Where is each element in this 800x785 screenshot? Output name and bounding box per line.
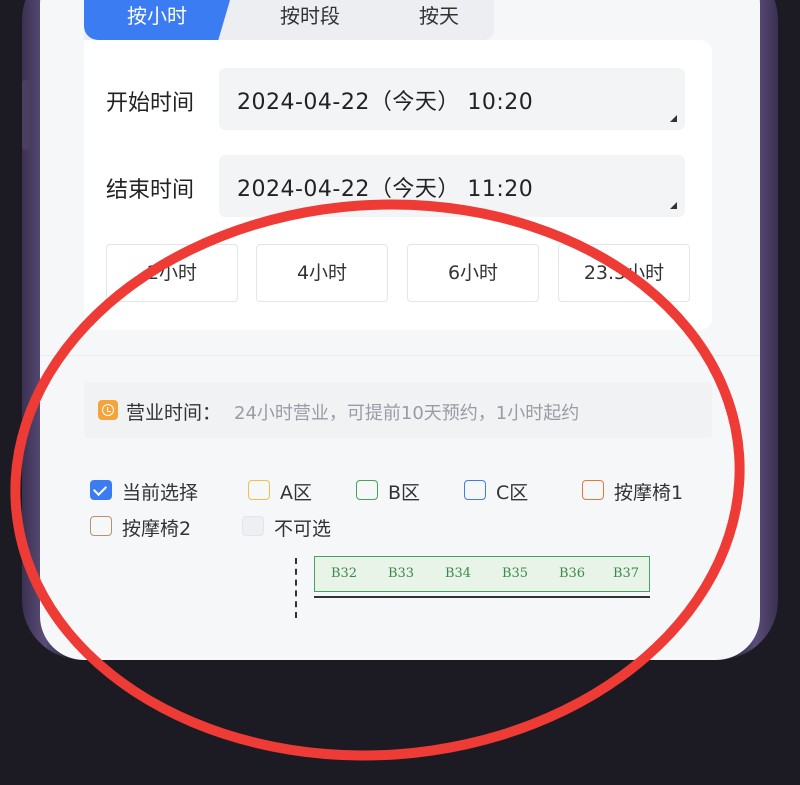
business-hours-text: 24小时营业，可提前10天预约，1小时起约: [234, 403, 580, 424]
time-selection-card: 开始时间 2024-04-22（今天） 10:20 结束时间 2024-04-2…: [84, 40, 712, 330]
mode-tabs: 按小时 按时段 按天: [84, 0, 494, 40]
dropdown-caret-icon: [670, 202, 677, 209]
map-boundary-dashed: [295, 558, 297, 618]
legend-swatch: [356, 480, 378, 500]
duration-6h-button[interactable]: 6小时: [407, 244, 539, 302]
tab-by-hour[interactable]: 按小时: [84, 0, 230, 40]
business-hours-notice: 营业时间： 24小时营业，可提前10天预约，1小时起约: [84, 382, 712, 438]
dropdown-caret-icon: [670, 115, 677, 122]
start-time-picker[interactable]: 2024-04-22（今天） 10:20: [219, 68, 685, 130]
seat-b37[interactable]: B37: [601, 566, 651, 581]
duration-2h-button[interactable]: 2小时: [106, 244, 238, 302]
seat-row-b: B32 B33 B34 B35 B36 B37: [314, 556, 650, 592]
seat-b35[interactable]: B35: [490, 566, 540, 581]
seat-b33[interactable]: B33: [376, 566, 426, 581]
tab-by-day[interactable]: 按天: [384, 0, 494, 40]
seat-b34[interactable]: B34: [433, 566, 483, 581]
business-hours-label: 营业时间：: [126, 402, 222, 424]
duration-4h-button[interactable]: 4小时: [256, 244, 388, 302]
seat-b32[interactable]: B32: [319, 566, 369, 581]
seat-b36[interactable]: B36: [547, 566, 597, 581]
map-wall-line: [314, 596, 650, 598]
side-button: [22, 80, 30, 150]
section-divider: [40, 355, 760, 356]
legend-swatch: [242, 516, 264, 536]
start-time-value: 2024-04-22（今天） 10:20: [237, 90, 534, 115]
end-time-value: 2024-04-22（今天） 11:20: [237, 177, 534, 202]
legend-swatch: [464, 480, 486, 500]
clock-icon: [98, 400, 118, 420]
end-time-picker[interactable]: 2024-04-22（今天） 11:20: [219, 155, 685, 217]
end-time-label: 结束时间: [106, 178, 195, 203]
start-time-label: 开始时间: [106, 91, 195, 116]
duration-23-5h-button[interactable]: 23.5小时: [558, 244, 690, 302]
phone-screen: 按小时 按时段 按天 开始时间 2024-04-22（今天） 10:20 结束时…: [40, 0, 760, 660]
tab-by-period[interactable]: 按时段: [250, 0, 370, 40]
legend-swatch: [248, 480, 270, 500]
checkbox-checked-icon: [90, 480, 112, 500]
legend-swatch: [90, 516, 112, 536]
legend-swatch: [582, 480, 604, 500]
